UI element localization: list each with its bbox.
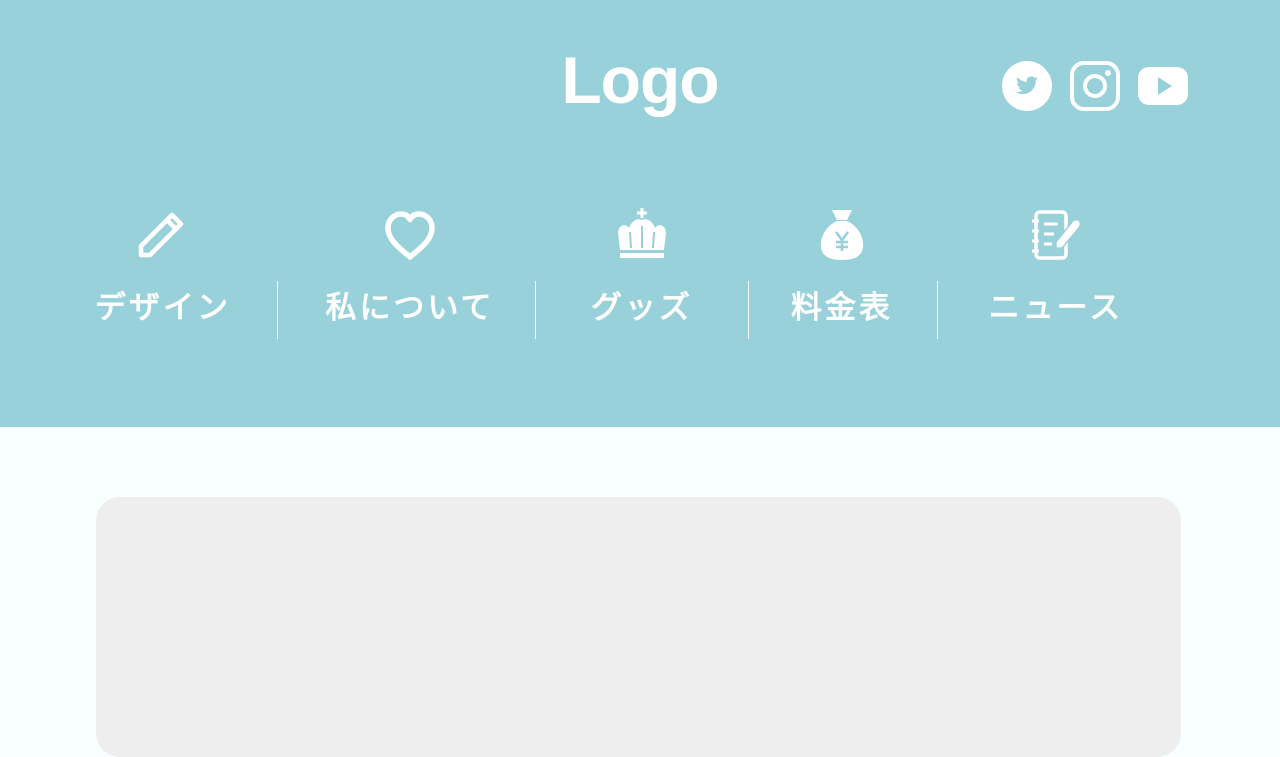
nav-item-news[interactable]: ニュース bbox=[956, 200, 1156, 340]
nav-item-design[interactable]: デザイン bbox=[60, 200, 266, 340]
twitter-link[interactable] bbox=[1002, 61, 1052, 111]
nav-label: ニュース bbox=[988, 290, 1124, 326]
nav-divider bbox=[937, 281, 938, 339]
nav-divider bbox=[277, 281, 278, 339]
nav-item-pricing[interactable]: 料金表 bbox=[752, 200, 932, 340]
instagram-link[interactable] bbox=[1070, 61, 1120, 111]
twitter-icon bbox=[1002, 61, 1052, 111]
instagram-icon bbox=[1070, 61, 1120, 111]
nav-label: デザイン bbox=[95, 290, 231, 326]
nav-divider bbox=[748, 281, 749, 339]
site-header: Logo デザイン 私について グッズ 料金表 ニュース bbox=[0, 0, 1280, 427]
nav-item-about[interactable]: 私について bbox=[290, 200, 530, 340]
youtube-icon bbox=[1138, 67, 1188, 105]
heart-icon bbox=[380, 206, 440, 266]
nav-label: 私について bbox=[325, 290, 495, 326]
notebook-icon bbox=[1026, 206, 1086, 266]
site-logo[interactable]: Logo bbox=[540, 40, 740, 120]
youtube-link[interactable] bbox=[1138, 61, 1188, 111]
money-bag-icon bbox=[812, 206, 872, 266]
nav-item-goods[interactable]: グッズ bbox=[540, 200, 744, 340]
nav-label: 料金表 bbox=[791, 290, 893, 326]
pencil-icon bbox=[133, 206, 193, 266]
crown-icon bbox=[612, 206, 672, 266]
content-card bbox=[96, 497, 1181, 757]
nav-divider bbox=[535, 281, 536, 339]
nav-label: グッズ bbox=[591, 290, 693, 326]
